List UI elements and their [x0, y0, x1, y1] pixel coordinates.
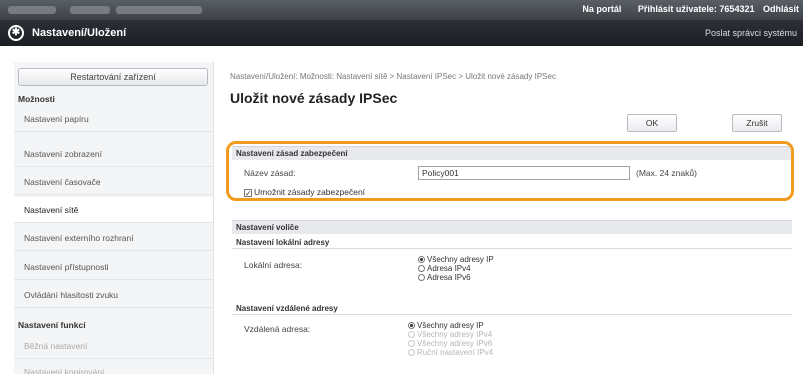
- sidebar-item-display[interactable]: Nastavení zobrazení: [14, 141, 213, 167]
- sidebar-section-options: Možnosti: [18, 94, 55, 104]
- radio-selected-icon: [408, 322, 415, 329]
- sidebar-item-timer[interactable]: Nastavení časovače: [14, 169, 213, 195]
- remote-address-label: Vzdálená adresa:: [244, 324, 311, 334]
- app-title: Nastavení/Uložení: [32, 27, 127, 39]
- sidebar-item-paper[interactable]: Nastavení papíru: [14, 106, 213, 132]
- radio-icon: [408, 331, 415, 338]
- page-title: Uložit nové zásady IPSec: [230, 90, 398, 106]
- login-user-label: Přihlásit uživatele: 7654321: [637, 4, 755, 14]
- local-address-label: Lokální adresa:: [244, 260, 303, 270]
- policy-name-label: Název zásad:: [244, 168, 296, 178]
- policy-section-heading: Nastavení zásad zabezpečení: [232, 146, 792, 160]
- blurred-text: [116, 6, 202, 14]
- title-bar: ✱ Nastavení/Uložení Poslat správci systé…: [0, 20, 803, 46]
- enable-policy-label: Umožnit zásady zabezpečení: [254, 187, 366, 197]
- logout-link[interactable]: Odhlásit: [763, 4, 799, 14]
- radio-icon: [408, 340, 415, 347]
- sidebar-item-external-interface[interactable]: Nastavení externího rozhraní: [14, 225, 213, 251]
- top-links: Na portál Přihlásit uživatele: 7654321 O…: [568, 4, 799, 14]
- top-bar: Na portál Přihlásit uživatele: 7654321 O…: [0, 0, 803, 20]
- breadcrumb: Nastavení/Uložení: Možnosti: Nastavení s…: [230, 72, 556, 81]
- sidebar-item-network[interactable]: Nastavení sítě: [14, 197, 213, 223]
- sidebar: Restartování zařízení Možnosti Nastavení…: [14, 62, 214, 374]
- login-user-id: 7654321: [719, 4, 755, 14]
- restart-device-button[interactable]: Restartování zařízení: [18, 68, 208, 86]
- policy-name-hint: (Max. 24 znaků): [636, 168, 697, 178]
- policy-name-input[interactable]: Policy001: [418, 166, 630, 180]
- remote-radio-all[interactable]: Všechny adresy IP: [408, 321, 484, 330]
- local-radio-ipv6[interactable]: Adresa IPv6: [418, 273, 471, 282]
- blurred-logo: [8, 6, 56, 14]
- local-address-heading: Nastavení lokální adresy: [232, 236, 792, 249]
- local-radio-all[interactable]: Všechny adresy IP: [418, 255, 494, 264]
- mail-admin-link[interactable]: Poslat správci systému: [705, 28, 797, 38]
- sidebar-item-accessibility[interactable]: Nastavení přístupnosti: [14, 254, 213, 280]
- remote-address-heading: Nastavení vzdálené adresy: [232, 302, 792, 315]
- sidebar-item-common[interactable]: Běžná nastavení: [14, 333, 213, 359]
- sidebar-item-volume[interactable]: Ovládání hlasitosti zvuku: [14, 282, 213, 308]
- ok-button[interactable]: OK: [627, 114, 677, 132]
- local-radio-ipv4[interactable]: Adresa IPv4: [418, 264, 471, 273]
- radio-icon: [408, 349, 415, 356]
- checkbox-check-icon: ✓: [244, 189, 252, 198]
- settings-icon: ✱: [8, 25, 24, 41]
- selector-section-heading: Nastavení voliče: [232, 220, 792, 234]
- radio-icon: [418, 274, 425, 281]
- cancel-button[interactable]: Zrušit: [732, 114, 782, 132]
- radio-selected-icon: [418, 256, 425, 263]
- portal-link[interactable]: Na portál: [582, 4, 621, 14]
- remote-radio-ipv4[interactable]: Všechny adresy IPv4: [408, 330, 492, 339]
- enable-policy-checkbox[interactable]: ✓ Umožnit zásady zabezpečení: [244, 187, 366, 198]
- sidebar-section-functions: Nastavení funkcí: [18, 320, 86, 330]
- remote-radio-ipv6[interactable]: Všechny adresy IPv6: [408, 339, 492, 348]
- blurred-text: [70, 6, 110, 14]
- remote-radio-manual-ipv4[interactable]: Ruční nastavení IPv4: [408, 348, 493, 357]
- radio-icon: [418, 265, 425, 272]
- main-content: Nastavení/Uložení: Možnosti: Nastavení s…: [222, 62, 803, 374]
- sidebar-item-copy[interactable]: Nastavení kopírování: [14, 359, 213, 374]
